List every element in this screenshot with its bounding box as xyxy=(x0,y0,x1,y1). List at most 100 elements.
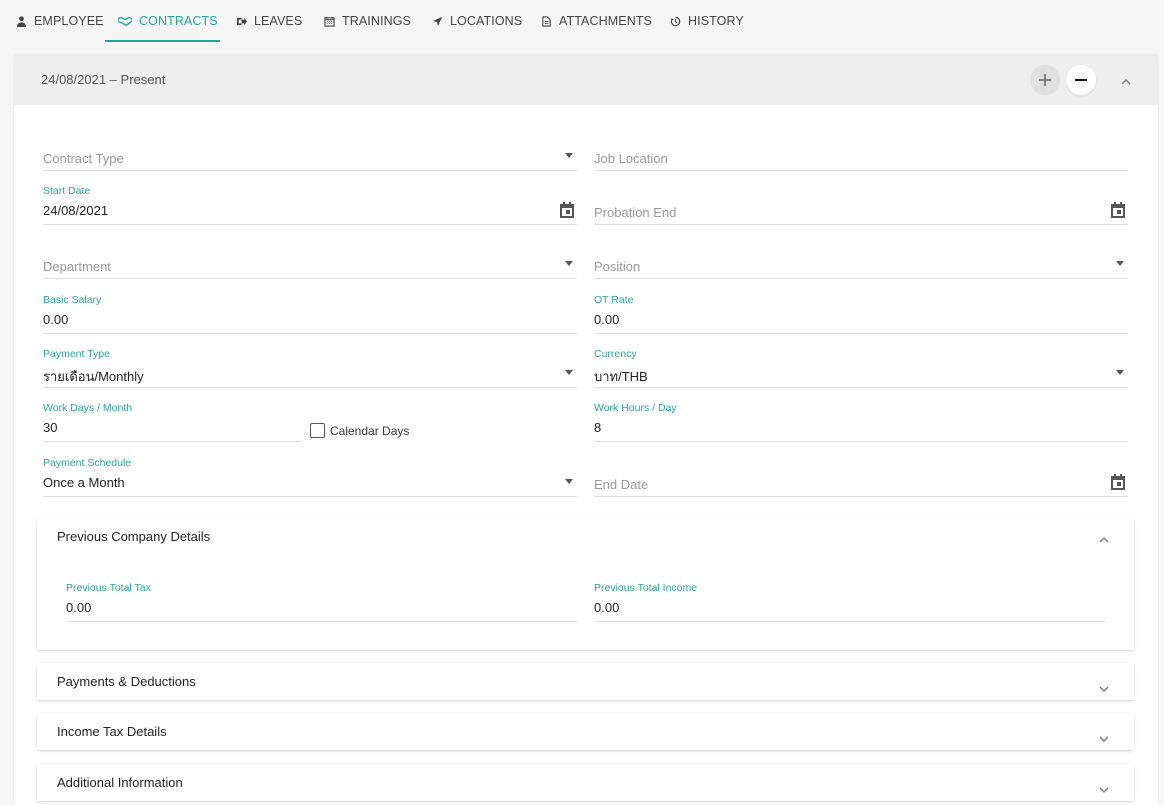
tab-label: ATTACHMENTS xyxy=(559,14,652,28)
dropdown-arrow-icon xyxy=(565,261,573,266)
contract-type-select[interactable]: Contract Type xyxy=(43,131,577,171)
tab-label: EMPLOYEE xyxy=(34,14,104,28)
person-icon xyxy=(16,15,27,27)
payments-deductions-title: Payments & Deductions xyxy=(57,674,196,689)
collapse-contract-button[interactable] xyxy=(1120,75,1132,87)
tab-label: LOCATIONS xyxy=(450,14,523,28)
probation-end-field[interactable]: Probation End xyxy=(594,185,1128,225)
tab-contracts[interactable]: CONTRACTS xyxy=(118,0,218,42)
payment-type-value: รายเดือน/Monthly xyxy=(43,369,144,384)
currency-select[interactable]: Currency บาท/THB xyxy=(594,348,1128,388)
dropdown-arrow-icon xyxy=(1116,370,1124,375)
location-arrow-icon xyxy=(432,16,443,26)
active-tab-indicator xyxy=(105,40,220,42)
previous-total-income-label: Previous Total Income xyxy=(594,582,698,594)
dropdown-arrow-icon xyxy=(1116,261,1124,266)
start-date-field[interactable]: Start Date 24/08/2021 xyxy=(43,185,577,225)
basic-salary-field[interactable]: Basic Salary 0.00 xyxy=(43,294,577,334)
calendar-icon[interactable] xyxy=(1109,473,1127,491)
position-placeholder: Position xyxy=(594,259,641,274)
income-tax-title: Income Tax Details xyxy=(57,724,167,739)
contract-period: 24/08/2021 – Present xyxy=(41,72,166,87)
ot-rate-label: OT Rate xyxy=(594,294,634,306)
end-date-field[interactable]: End Date xyxy=(594,457,1128,497)
currency-label: Currency xyxy=(594,348,637,360)
end-date-placeholder: End Date xyxy=(594,477,649,492)
calendar-icon[interactable] xyxy=(558,201,576,219)
tab-employee[interactable]: EMPLOYEE xyxy=(16,0,104,42)
chevron-up-icon xyxy=(1099,537,1109,543)
chevron-down-icon xyxy=(1099,686,1109,692)
previous-company-title[interactable]: Previous Company Details xyxy=(57,529,210,544)
chevron-down-icon xyxy=(1099,736,1109,742)
expand-additional-button[interactable] xyxy=(1098,783,1110,795)
income-tax-panel[interactable]: Income Tax Details xyxy=(37,713,1134,750)
dropdown-arrow-icon xyxy=(565,370,573,375)
tab-label: LEAVES xyxy=(254,14,303,28)
ot-rate-field[interactable]: OT Rate 0.00 xyxy=(594,294,1128,334)
position-select[interactable]: Position xyxy=(594,239,1128,279)
work-hours-field[interactable]: Work Hours / Day 8 xyxy=(594,402,1128,442)
contract-card-header[interactable]: 24/08/2021 – Present xyxy=(14,54,1158,105)
calendar-days-checkbox[interactable]: Calendar Days xyxy=(310,423,409,438)
calendar-days-label: Calendar Days xyxy=(330,423,410,438)
start-date-label: Start Date xyxy=(43,185,91,197)
previous-total-tax-label: Previous Total Tax xyxy=(66,582,151,594)
department-select[interactable]: Department xyxy=(43,239,577,279)
dropdown-arrow-icon xyxy=(565,153,573,158)
calendar-icon[interactable] xyxy=(1109,201,1127,219)
currency-value: บาท/THB xyxy=(594,369,648,384)
tab-history[interactable]: HISTORY xyxy=(670,0,744,42)
ot-rate-value: 0.00 xyxy=(594,312,620,327)
payment-schedule-select[interactable]: Payment Schedule Once a Month xyxy=(43,457,577,497)
collapse-previous-company-button[interactable] xyxy=(1098,533,1110,545)
basic-salary-label: Basic Salary xyxy=(43,294,102,306)
tab-trainings[interactable]: TRAININGS xyxy=(324,0,411,42)
work-days-field[interactable]: Work Days / Month 30 xyxy=(43,402,302,442)
expand-payments-button[interactable] xyxy=(1098,682,1110,694)
payment-schedule-label: Payment Schedule xyxy=(43,457,132,469)
tab-attachments[interactable]: ATTACHMENTS xyxy=(541,0,652,42)
probation-end-placeholder: Probation End xyxy=(594,205,677,220)
payment-type-select[interactable]: Payment Type รายเดือน/Monthly xyxy=(43,348,577,388)
add-contract-button[interactable] xyxy=(1030,65,1060,95)
dropdown-arrow-icon xyxy=(565,479,573,484)
calendar-icon xyxy=(324,16,335,27)
job-location-placeholder: Job Location xyxy=(594,151,668,166)
job-location-input[interactable]: Job Location xyxy=(594,131,1128,171)
tab-label: TRAININGS xyxy=(342,14,411,28)
remove-contract-button[interactable] xyxy=(1066,65,1096,95)
start-date-value: 24/08/2021 xyxy=(43,203,109,218)
exit-icon xyxy=(236,17,247,25)
chevron-up-icon xyxy=(1121,79,1131,85)
payment-schedule-value: Once a Month xyxy=(43,475,125,490)
tab-label: HISTORY xyxy=(688,14,744,28)
payment-type-label: Payment Type xyxy=(43,348,110,360)
additional-information-title: Additional Information xyxy=(57,775,183,790)
work-days-label: Work Days / Month xyxy=(43,402,133,414)
department-placeholder: Department xyxy=(43,259,111,274)
plus-icon xyxy=(1039,74,1051,86)
tab-bar: EMPLOYEE CONTRACTS LEAVES TRAININGS LOCA… xyxy=(0,0,1164,42)
previous-total-tax-value: 0.00 xyxy=(66,600,92,615)
file-icon xyxy=(542,15,551,27)
basic-salary-value: 0.00 xyxy=(43,312,69,327)
minus-icon xyxy=(1075,79,1087,81)
checkbox-box[interactable] xyxy=(310,423,325,438)
previous-total-tax-field[interactable]: Previous Total Tax 0.00 xyxy=(66,582,577,622)
tab-locations[interactable]: LOCATIONS xyxy=(432,0,522,42)
previous-total-income-value: 0.00 xyxy=(594,600,620,615)
history-icon xyxy=(670,16,681,26)
additional-information-panel[interactable]: Additional Information xyxy=(37,764,1134,801)
payments-deductions-panel[interactable]: Payments & Deductions xyxy=(37,663,1134,700)
work-hours-label: Work Hours / Day xyxy=(594,402,677,414)
tab-label: CONTRACTS xyxy=(139,14,218,28)
contract-type-placeholder: Contract Type xyxy=(43,151,124,166)
handshake-icon xyxy=(118,16,132,26)
work-hours-value: 8 xyxy=(594,420,602,435)
work-days-value: 30 xyxy=(43,420,58,435)
chevron-down-icon xyxy=(1099,787,1109,793)
previous-total-income-field[interactable]: Previous Total Income 0.00 xyxy=(594,582,1106,622)
expand-income-tax-button[interactable] xyxy=(1098,732,1110,744)
tab-leaves[interactable]: LEAVES xyxy=(236,0,302,42)
